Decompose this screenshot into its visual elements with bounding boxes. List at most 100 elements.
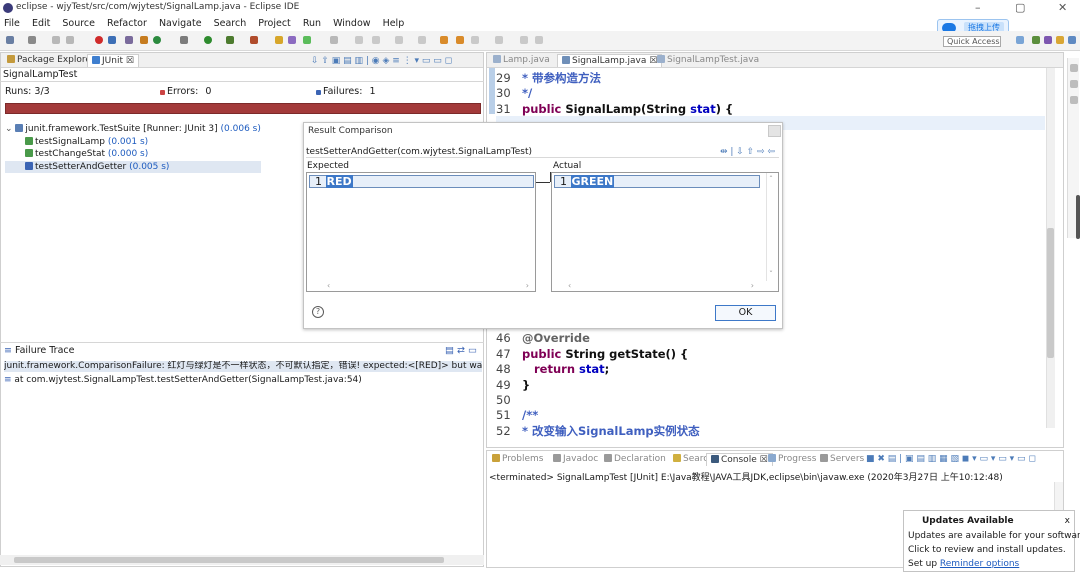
tab-junit[interactable]: JUnit ☒ bbox=[87, 54, 139, 67]
failure-trace-line[interactable]: junit.framework.ComparisonFailure: 红灯与绿灯… bbox=[4, 361, 482, 372]
search-icon[interactable] bbox=[330, 36, 338, 44]
menu-search[interactable]: Search bbox=[214, 18, 247, 29]
actual-pane[interactable]: 1 GREEN ˆˇ ‹ › bbox=[551, 172, 779, 292]
menu-edit[interactable]: Edit bbox=[32, 18, 50, 29]
minimize-button[interactable]: – bbox=[975, 1, 981, 14]
java-ee-perspective-icon[interactable] bbox=[1032, 36, 1040, 44]
ok-button[interactable]: OK bbox=[715, 305, 776, 321]
code-line[interactable]: 50 bbox=[496, 393, 522, 407]
left-horizontal-scrollbar[interactable] bbox=[0, 555, 484, 565]
code-line[interactable]: 47 public String getState() { bbox=[496, 347, 688, 361]
updates-notification[interactable]: Updates Available x Updates are availabl… bbox=[903, 510, 1080, 572]
java-perspective-icon[interactable] bbox=[1044, 36, 1052, 44]
package-icon[interactable] bbox=[288, 36, 296, 44]
stack-frame-icon: ≡ bbox=[4, 375, 15, 385]
expand-chevron-icon[interactable]: ⌄ bbox=[5, 124, 13, 134]
debug-icon[interactable] bbox=[125, 36, 133, 44]
compare-toolbar[interactable]: ⇹ | ⇩ ⇧ ⇨ ⇦ bbox=[720, 146, 775, 158]
new-wizard-icon[interactable] bbox=[140, 36, 148, 44]
tab-declaration[interactable]: Declaration bbox=[600, 453, 670, 466]
menu-navigate[interactable]: Navigate bbox=[159, 18, 202, 29]
failure-trace-header: ≡ Failure Trace ▤ ⇄ ▭ bbox=[4, 345, 477, 356]
tab-console[interactable]: Console ☒ bbox=[706, 453, 773, 466]
code-line[interactable]: 30 */ bbox=[496, 86, 532, 100]
expected-pane[interactable]: 1 RED ‹ › bbox=[306, 172, 536, 292]
toggle-mark-icon[interactable] bbox=[372, 36, 380, 44]
help-icon[interactable]: ? bbox=[312, 306, 324, 318]
coverage-icon[interactable] bbox=[226, 36, 234, 44]
pin-editor-icon[interactable] bbox=[520, 36, 528, 44]
junit-view-toolbar[interactable]: ⇩ ⇧ ▣ ▤ ▥ | ◉ ◈ ≡ ⋮ ▾ ▭ ▭ ◻ bbox=[311, 56, 452, 66]
actual-hscroll[interactable]: ‹ › bbox=[552, 281, 766, 291]
tab-javadoc[interactable]: Javadoc bbox=[549, 453, 602, 466]
code-line[interactable]: 49} bbox=[496, 378, 530, 392]
compare-results-icon[interactable]: ▤ ⇄ ▭ bbox=[445, 345, 477, 356]
code-line[interactable]: 29 * 带参构造方法 bbox=[496, 70, 601, 86]
menu-refactor[interactable]: Refactor bbox=[107, 18, 147, 29]
notification-close-button[interactable]: x bbox=[1065, 514, 1070, 528]
next-annotation-icon[interactable] bbox=[440, 36, 448, 44]
code-line[interactable]: 46 @Override bbox=[496, 331, 590, 345]
maximize-button[interactable]: ▢ bbox=[1015, 1, 1025, 14]
menu-file[interactable]: File bbox=[4, 18, 20, 29]
resume-icon[interactable] bbox=[108, 36, 116, 44]
task-list-icon[interactable] bbox=[1070, 80, 1078, 88]
debug-perspective-icon[interactable] bbox=[1056, 36, 1064, 44]
tab-package-explorer[interactable]: Package Explorer bbox=[3, 54, 99, 67]
tab-signallamptest-java[interactable]: SignalLampTest.java bbox=[653, 54, 763, 67]
actual-vscroll[interactable]: ˆˇ bbox=[766, 173, 778, 281]
open-perspective-icon[interactable] bbox=[1016, 36, 1024, 44]
code-line[interactable]: 48 return stat; bbox=[496, 362, 609, 376]
refresh-icon[interactable] bbox=[153, 36, 161, 44]
whitespace-icon[interactable] bbox=[418, 36, 426, 44]
menu-window[interactable]: Window bbox=[333, 18, 370, 29]
code-line[interactable]: 51/** bbox=[496, 408, 538, 422]
menu-help[interactable]: Help bbox=[383, 18, 405, 29]
close-button[interactable]: ✕ bbox=[1058, 1, 1067, 14]
java-file-icon bbox=[493, 55, 501, 63]
tab-servers[interactable]: Servers bbox=[816, 453, 868, 466]
reminder-options-link[interactable]: Reminder options bbox=[940, 559, 1019, 569]
menu-source[interactable]: Source bbox=[62, 18, 95, 29]
quick-access-input[interactable]: Quick Access bbox=[943, 36, 1001, 47]
tree-test-row[interactable]: testSignalLamp (0.001 s) bbox=[5, 136, 261, 149]
history-icon[interactable] bbox=[535, 36, 543, 44]
tree-test-row-selected[interactable]: testSetterAndGetter (0.005 s) bbox=[5, 160, 261, 173]
code-line[interactable]: 52 * 改变输入SignalLamp实例状态 bbox=[496, 423, 700, 439]
save-all-icon[interactable] bbox=[52, 36, 60, 44]
tab-signallamp-java[interactable]: SignalLamp.java ☒ bbox=[557, 54, 663, 67]
tab-progress[interactable]: Progress bbox=[764, 453, 820, 466]
forward-icon[interactable] bbox=[495, 36, 503, 44]
failure-trace-line[interactable]: ≡ at com.wjytest.SignalLampTest.testSett… bbox=[4, 375, 482, 386]
expected-hscroll[interactable]: ‹ › bbox=[307, 281, 535, 291]
tree-test-row[interactable]: testChangeStat (0.000 s) bbox=[5, 148, 261, 161]
back-icon[interactable] bbox=[471, 36, 479, 44]
console-toolbar[interactable]: ■ ✖ ▤ | ▣ ▤ ▥ ▦ ▧ ◼ ▾ ▭ ▾ ▭ ▾ ▭ ◻ bbox=[866, 454, 1036, 464]
hierarchy-icon[interactable] bbox=[1070, 96, 1078, 104]
eclipse-app-icon bbox=[3, 3, 13, 13]
tab-lamp-java[interactable]: Lamp.java bbox=[489, 54, 554, 67]
window-edge-handle[interactable] bbox=[1076, 195, 1080, 239]
annotation-icon[interactable] bbox=[355, 36, 363, 44]
actual-line: 1 GREEN bbox=[560, 175, 615, 188]
menu-run[interactable]: Run bbox=[303, 18, 321, 29]
print-icon[interactable] bbox=[66, 36, 74, 44]
menu-project[interactable]: Project bbox=[258, 18, 291, 29]
save-icon[interactable] bbox=[28, 36, 36, 44]
external-tools-icon[interactable] bbox=[250, 36, 258, 44]
git-perspective-icon[interactable] bbox=[1068, 36, 1076, 44]
skip-breakpoints-icon[interactable] bbox=[95, 36, 103, 44]
open-folder-icon[interactable] bbox=[275, 36, 283, 44]
prev-annotation-icon[interactable] bbox=[456, 36, 464, 44]
block-selection-icon[interactable] bbox=[395, 36, 403, 44]
outline-icon[interactable] bbox=[1070, 64, 1078, 72]
dialog-close-button[interactable] bbox=[768, 125, 781, 137]
open-type-icon[interactable] bbox=[303, 36, 311, 44]
run-icon[interactable] bbox=[204, 36, 212, 44]
code-line[interactable]: 31 public SignalLamp(String stat) { bbox=[496, 102, 733, 116]
tab-problems[interactable]: Problems bbox=[488, 453, 547, 466]
new-icon[interactable] bbox=[6, 36, 14, 44]
tree-suite-row[interactable]: ⌄ junit.framework.TestSuite [Runner: JUn… bbox=[5, 123, 261, 136]
debug-run-icon[interactable] bbox=[180, 36, 188, 44]
stack-trace-icon: ≡ bbox=[4, 345, 12, 356]
